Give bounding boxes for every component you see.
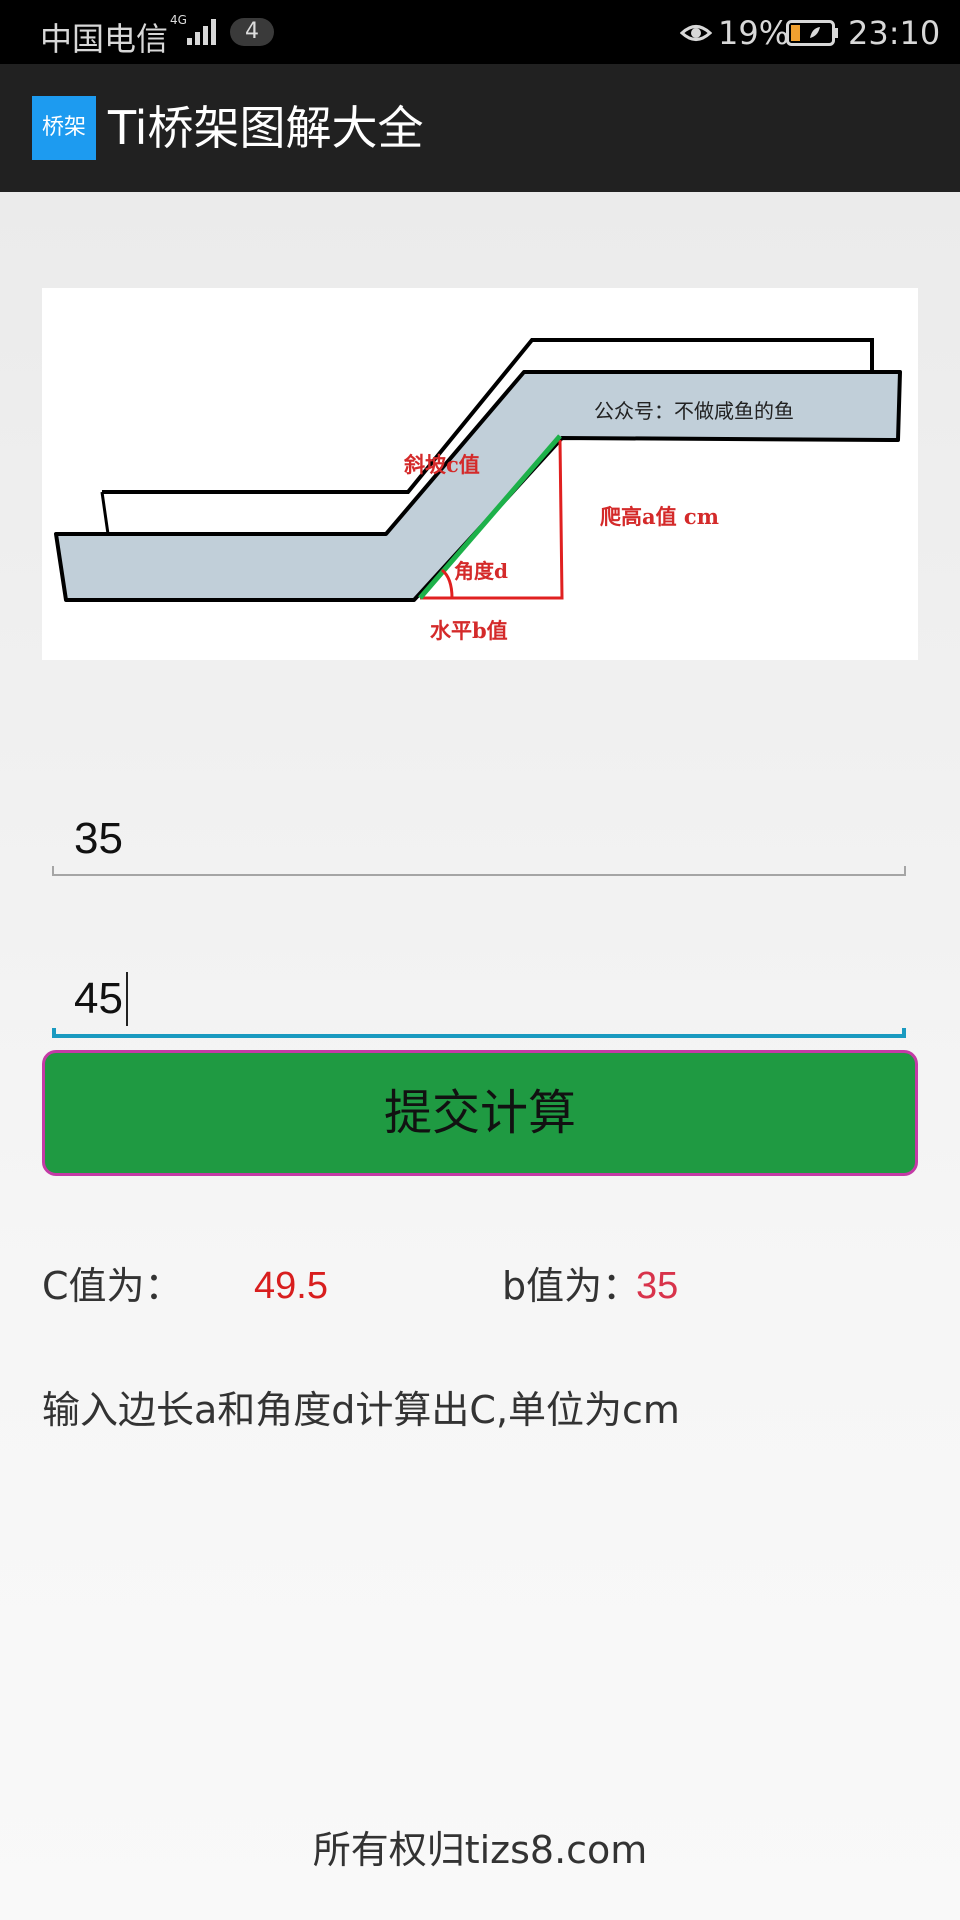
- side-a-underline: [52, 866, 906, 876]
- app-title: Ti桥架图解大全: [108, 101, 424, 155]
- signal-icon: [187, 19, 216, 45]
- text-caret: [126, 972, 128, 1026]
- submit-calculate-button[interactable]: 提交计算: [42, 1050, 918, 1176]
- height-a-label: 爬高a值 cm: [600, 504, 719, 529]
- clock: 23:10: [848, 14, 941, 52]
- c-value-output: 49.5: [254, 1265, 328, 1307]
- network-type-label: 4G: [170, 13, 187, 27]
- slope-c-label: 斜坡c值: [403, 452, 480, 477]
- instruction-text: 输入边长a和角度d计算出C,单位为cm: [42, 1388, 680, 1432]
- app-bar: 桥架 Ti桥架图解大全: [0, 64, 960, 192]
- footer-copyright: 所有权归tizs8.com: [312, 1828, 648, 1872]
- angle-d-label: 角度d: [454, 559, 508, 583]
- angle-d-underline: [52, 1028, 906, 1038]
- eye-icon: [680, 25, 712, 41]
- b-value-output: 35: [636, 1265, 679, 1307]
- horizontal-b-label: 水平b值: [430, 618, 508, 643]
- angle-d-input[interactable]: [52, 964, 906, 1034]
- bridge-diagram: 公众号：不做咸鱼的鱼 斜坡c值 爬高a值 cm 角度d 水平b值: [42, 288, 918, 660]
- app-logo-icon: 桥架: [32, 96, 96, 160]
- battery-icon: [786, 20, 838, 46]
- side-a-input[interactable]: [52, 804, 906, 874]
- battery-percent: 19%: [718, 14, 790, 52]
- status-bar: 中国电信 4G 4 19% 23:10: [0, 0, 960, 64]
- b-value-label: b值为：: [502, 1264, 641, 1308]
- c-value-label: C值为：: [42, 1264, 183, 1308]
- carrier-name: 中国电信: [40, 20, 169, 58]
- watermark-label: 公众号：不做咸鱼的鱼: [594, 399, 794, 423]
- notification-count-badge: 4: [230, 18, 274, 46]
